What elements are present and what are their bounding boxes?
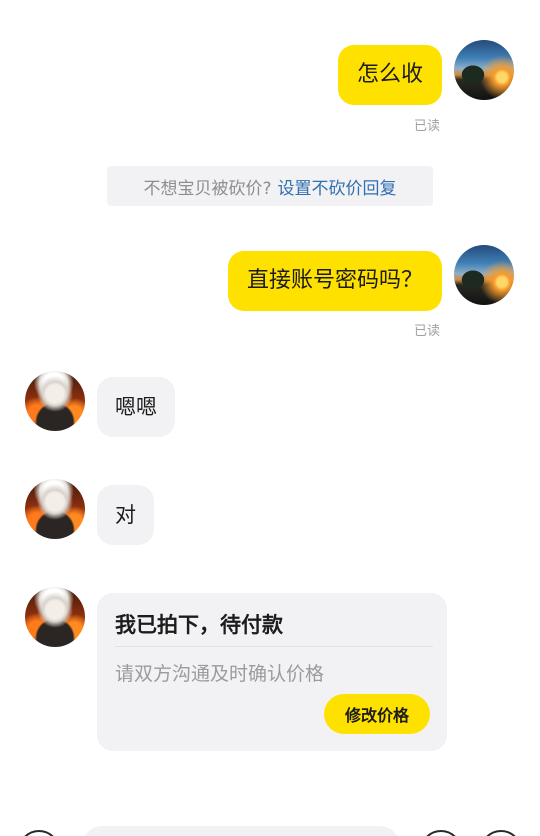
bargain-notice: 不想宝贝被砍价? 设置不砍价回复 (107, 166, 433, 206)
my-avatar[interactable] (454, 40, 514, 100)
contact-avatar[interactable] (25, 479, 85, 539)
input-bar (0, 818, 540, 836)
message-input[interactable] (82, 826, 400, 836)
message-text: 嗯嗯 (115, 394, 157, 419)
voice-icon[interactable] (18, 830, 60, 836)
read-status: 已读 (414, 119, 441, 134)
my-avatar[interactable] (454, 245, 514, 305)
their-message-bubble[interactable]: 嗯嗯 (97, 377, 175, 437)
card-description: 请双方沟通及时确认价格 (115, 663, 325, 685)
notice-text: 不想宝贝被砍价? (143, 178, 272, 199)
emoji-icon[interactable] (420, 830, 462, 836)
their-message-bubble[interactable]: 对 (97, 485, 154, 545)
card-title: 我已拍下，待付款 (115, 613, 283, 637)
message-text: 怎么收 (356, 62, 423, 87)
card-divider (115, 646, 433, 647)
message-text: 对 (115, 502, 136, 527)
contact-avatar[interactable] (25, 587, 85, 647)
modify-price-button[interactable]: 修改价格 (324, 694, 430, 734)
plus-icon[interactable] (480, 830, 522, 836)
my-message-bubble[interactable]: 直接账号密码吗？ (227, 251, 442, 311)
order-status-card: 我已拍下，待付款 请双方沟通及时确认价格 修改价格 (97, 593, 447, 751)
contact-avatar[interactable] (25, 371, 85, 431)
read-status: 已读 (414, 324, 441, 339)
my-message-bubble[interactable]: 怎么收 (337, 45, 442, 105)
message-text: 直接账号密码吗？ (246, 268, 423, 293)
no-bargain-reply-link[interactable]: 设置不砍价回复 (278, 174, 397, 199)
